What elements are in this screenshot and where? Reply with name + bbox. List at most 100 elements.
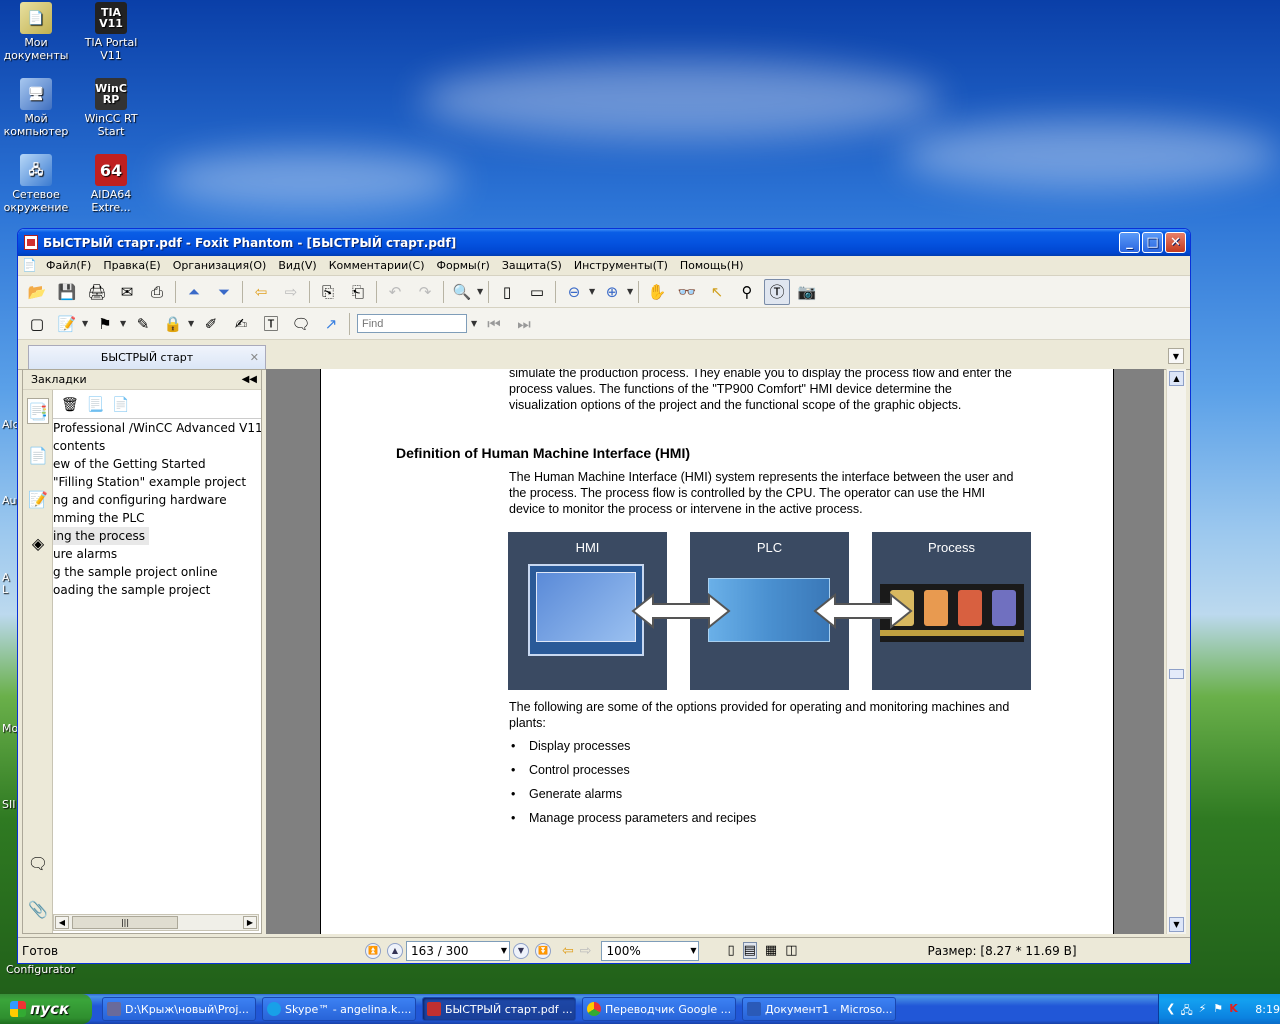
safely-remove-icon[interactable]: ⚡ [1197, 1002, 1209, 1016]
scroll-left-icon[interactable]: ◀ [55, 916, 69, 929]
print-button[interactable]: 🖨 [84, 279, 110, 305]
loupe-tool-button[interactable]: 👓 [674, 279, 700, 305]
desktop-icon-wincc-rt[interactable]: WinC RP WinCC RT Start [75, 78, 147, 138]
taskbar-item-chrome[interactable]: Переводчик Google ... [582, 997, 736, 1021]
scan-button[interactable]: ⎙ [144, 279, 170, 305]
fit-page-button[interactable]: ▯ [494, 279, 520, 305]
bookmark-item[interactable]: ure alarms [53, 545, 261, 563]
page-dropdown-arrow[interactable]: ▼ [501, 946, 507, 955]
minimize-button[interactable]: _ [1119, 232, 1140, 253]
notes-tab[interactable]: 🗨 [27, 850, 49, 876]
note-button[interactable]: 🗨 [288, 311, 314, 337]
stamp-dropdown-arrow[interactable]: ▼ [120, 319, 128, 328]
find-previous-button[interactable]: ⏮ [481, 311, 507, 337]
bookmark-item[interactable]: mming the PLC [53, 509, 261, 527]
redo-button[interactable]: ↷ [412, 279, 438, 305]
scroll-down-icon[interactable]: ▼ [1169, 917, 1184, 932]
menu-protect[interactable]: Защита(S) [496, 259, 568, 272]
menu-help[interactable]: Помощь(H) [674, 259, 750, 272]
pages-tab[interactable]: 📄 [27, 442, 49, 468]
scroll-up-icon[interactable]: ▲ [1169, 371, 1184, 386]
annotate-button[interactable]: 📝 [54, 311, 80, 337]
bookmark-item[interactable]: ng and configuring hardware [53, 491, 261, 509]
document-menu-icon[interactable]: 📄 [22, 258, 40, 274]
collapse-panel-icon[interactable]: ◀◀ [242, 374, 257, 385]
document-tab[interactable]: БЫСТРЫЙ старт ✕ [28, 345, 266, 369]
view-button[interactable]: ▢ [24, 311, 50, 337]
bookmark-item[interactable]: contents [53, 437, 261, 455]
typewriter-button[interactable]: ✍ [228, 311, 254, 337]
back-view-icon[interactable]: ⇦ [562, 943, 574, 959]
menu-forms[interactable]: Формы(r) [431, 259, 496, 272]
close-button[interactable]: ✕ [1165, 232, 1186, 253]
desktop-icon-my-computer[interactable]: 🖥 Мой компьютер [0, 78, 72, 138]
forward-button[interactable]: ⇨ [278, 279, 304, 305]
document-vertical-scrollbar[interactable]: ▲ ▼ [1166, 369, 1186, 934]
start-button[interactable]: пуск [0, 994, 92, 1024]
facing-pages-icon[interactable]: ▦ [765, 943, 777, 958]
add-bookmark-button[interactable]: 📃 [87, 397, 104, 413]
find-input[interactable] [357, 314, 467, 333]
undo-button[interactable]: ↶ [382, 279, 408, 305]
select-tool-button[interactable]: ↖ [704, 279, 730, 305]
taskbar-item-tia[interactable]: D:\Крыж\новый\Proj... [102, 997, 256, 1021]
menu-organize[interactable]: Организация(O) [167, 259, 273, 272]
zoom-dropdown-arrow[interactable]: ▼ [477, 287, 485, 296]
back-button[interactable]: ⇦ [248, 279, 274, 305]
insert-pages-button[interactable]: ⎗ [345, 279, 371, 305]
scroll-right-icon[interactable]: ▶ [243, 916, 257, 929]
prev-page-button[interactable]: ▲ [387, 942, 403, 959]
text-select-button[interactable]: Ⓣ [764, 278, 790, 305]
delete-bookmark-button[interactable]: 🗑 [61, 397, 79, 413]
arrow-tool-button[interactable]: ↗ [318, 311, 344, 337]
single-page-icon[interactable]: ▯ [727, 943, 734, 958]
scrollbar-thumb[interactable]: ||| [72, 916, 178, 929]
language-flag-icon[interactable]: ⚑ [1212, 1002, 1224, 1016]
desktop-icon-aida64[interactable]: 64 AIDA64 Extre... [75, 154, 147, 214]
previous-page-button[interactable]: ⏶ [181, 279, 207, 305]
next-page-status-button[interactable]: ▼ [513, 942, 529, 959]
find-next-button[interactable]: ⏭ [511, 311, 537, 337]
expand-bookmark-button[interactable]: 📄 [112, 397, 129, 413]
fit-width-button[interactable]: ▭ [524, 279, 550, 305]
hand-tool-button[interactable]: ✋ [644, 279, 670, 305]
zoom-out-button[interactable]: ⊖ [561, 279, 587, 305]
sign-button[interactable]: ✎ [130, 311, 156, 337]
menu-view[interactable]: Вид(V) [272, 259, 322, 272]
extract-pages-button[interactable]: ⎘ [315, 279, 341, 305]
edit-document-button[interactable]: ✐ [198, 311, 224, 337]
clock[interactable]: 8:19 [1255, 1003, 1280, 1016]
zoom-button[interactable]: 🔍 [449, 279, 475, 305]
scrollbar-thumb[interactable] [1169, 669, 1184, 679]
attachments-tab[interactable]: 📎 [27, 896, 49, 922]
page-number-field[interactable]: 163 / 300 ▼ [406, 940, 510, 961]
bookmark-item[interactable]: Professional /WinCC Advanced V11 fo [53, 419, 261, 437]
taskbar-item-skype[interactable]: Skype™ - angelina.k.... [262, 997, 416, 1021]
bookmark-item-selected[interactable]: ing the process [53, 527, 149, 545]
continuous-facing-icon[interactable]: ◫ [785, 943, 797, 958]
layers-tab[interactable]: ◈ [27, 530, 49, 556]
snapshot-button[interactable]: 📷 [794, 279, 820, 305]
email-button[interactable]: ✉ [114, 279, 140, 305]
tab-list-dropdown[interactable]: ▼ [1168, 348, 1184, 364]
continuous-page-icon[interactable]: ▤ [742, 942, 757, 959]
open-button[interactable]: 📂 [24, 279, 50, 305]
desktop-icon-my-documents[interactable]: 📄 Мои документы [0, 2, 72, 62]
zoom-in-button[interactable]: ⊕ [599, 279, 625, 305]
tab-close-icon[interactable]: ✕ [250, 351, 259, 364]
zoom-out-dropdown-arrow[interactable]: ▼ [589, 287, 597, 296]
zoom-in-dropdown-arrow[interactable]: ▼ [627, 287, 635, 296]
bookmark-item[interactable]: "Filling Station" example project [53, 473, 261, 491]
zoom-field[interactable]: 100% ▼ [601, 940, 700, 961]
zoom-dropdown-arrow[interactable]: ▼ [690, 946, 696, 955]
stamp-button[interactable]: ⚑ [92, 311, 118, 337]
title-bar[interactable]: БЫСТРЫЙ старт.pdf - Foxit Phantom - [БЫС… [18, 229, 1190, 256]
comments-tab[interactable]: 📝 [27, 486, 49, 512]
find-dropdown-arrow[interactable]: ▼ [471, 319, 479, 328]
desktop-icon-network[interactable]: 🖧 Сетевое окружение [0, 154, 72, 214]
maximize-button[interactable]: □ [1142, 232, 1163, 253]
document-view[interactable]: simulate the production process. They en… [266, 369, 1164, 934]
tray-arrow-icon[interactable]: ❮ [1165, 1002, 1177, 1016]
annotate-dropdown-arrow[interactable]: ▼ [82, 319, 90, 328]
pdf-page[interactable]: simulate the production process. They en… [320, 369, 1114, 934]
